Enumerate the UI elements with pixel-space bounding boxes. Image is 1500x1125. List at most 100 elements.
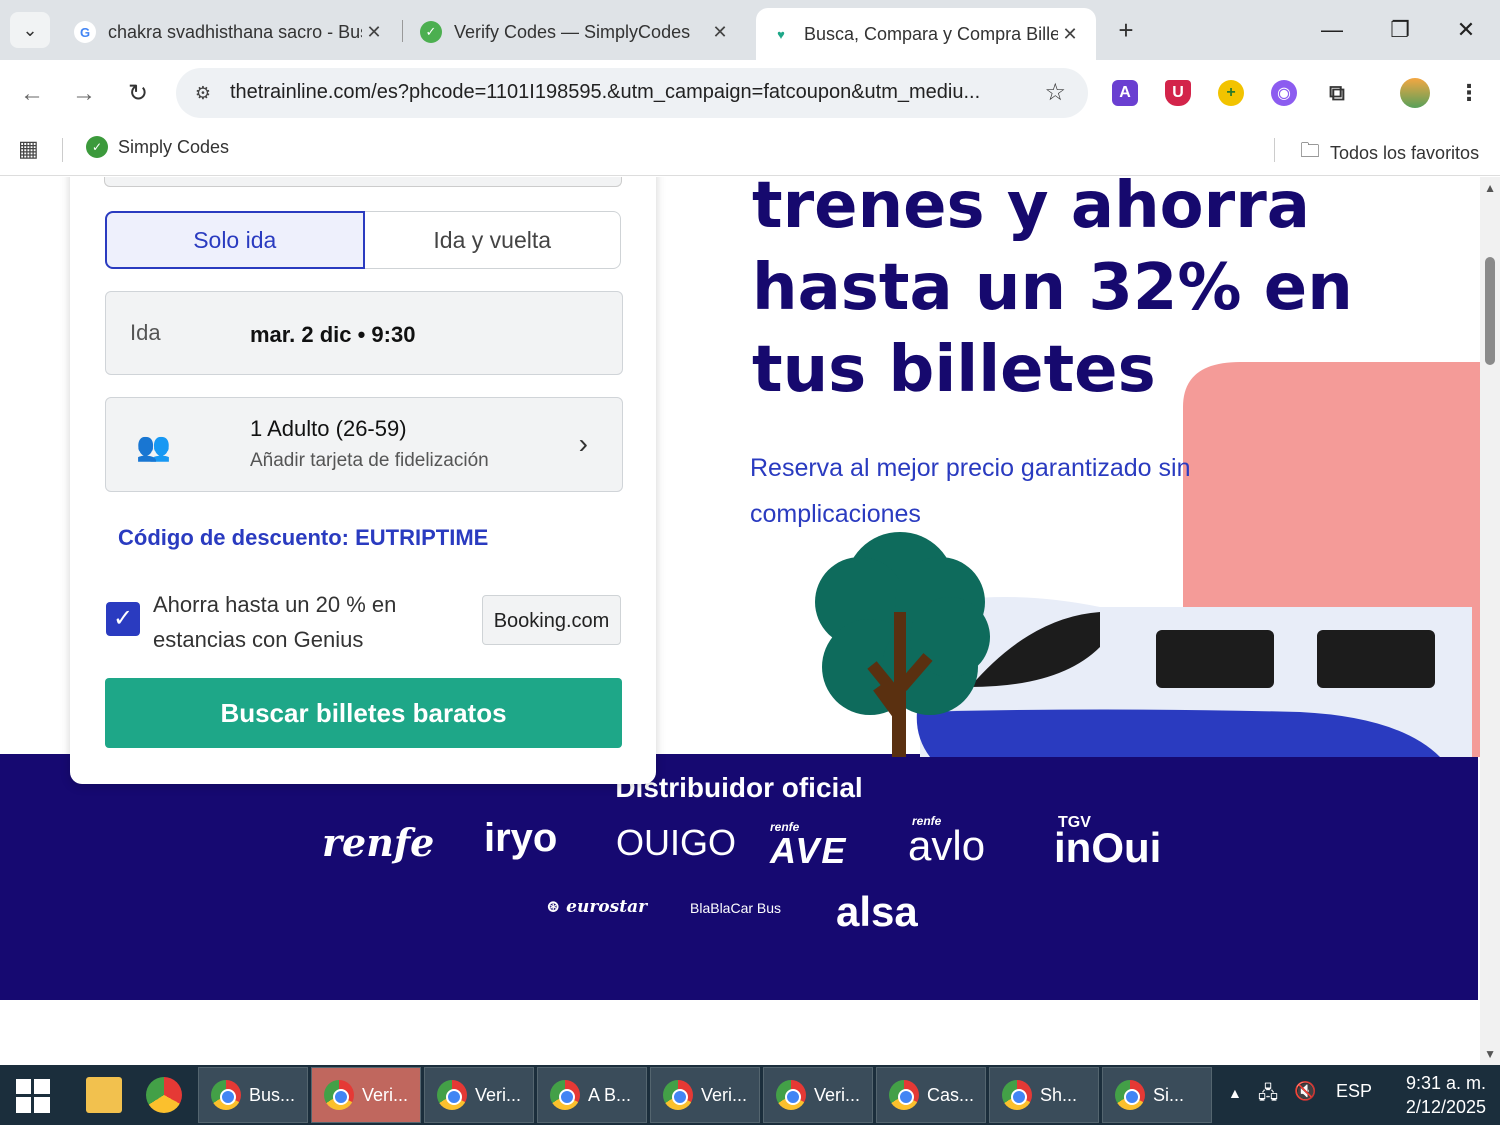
url-text[interactable]: thetrainline.com/es?phcode=1101I198595.&… bbox=[230, 81, 1020, 104]
tab-verify-codes[interactable]: ✓ Verify Codes — SimplyCodes ✕ bbox=[406, 10, 746, 54]
taskbar-item[interactable]: Cas... bbox=[876, 1067, 986, 1123]
all-bookmarks-folder[interactable]: 🗀 Todos los favoritos bbox=[1300, 136, 1479, 170]
chrome-icon bbox=[211, 1080, 241, 1110]
simplycodes-icon: ✓ bbox=[420, 21, 442, 43]
eurostar-star-icon: ⊛ bbox=[546, 897, 567, 917]
folder-icon: 🗀 bbox=[1300, 140, 1320, 162]
passenger-field[interactable]: 👥 1 Adulto (26-59) Añadir tarjeta de fid… bbox=[105, 397, 623, 492]
simplycodes-icon: ✓ bbox=[86, 136, 108, 158]
close-icon[interactable]: ✕ bbox=[362, 22, 386, 43]
chrome-icon bbox=[1115, 1080, 1145, 1110]
chevron-right-icon: › bbox=[578, 428, 588, 459]
chrome-icon[interactable] bbox=[146, 1077, 182, 1113]
alsa-logo: alsa bbox=[836, 888, 918, 935]
search-tickets-button[interactable]: Buscar billetes baratos bbox=[105, 678, 622, 748]
taskbar-item[interactable]: Veri... bbox=[650, 1067, 760, 1123]
one-way-option[interactable]: Solo ida bbox=[105, 211, 365, 269]
taskbar-item[interactable]: Veri... bbox=[763, 1067, 873, 1123]
loyalty-card-link: Añadir tarjeta de fidelización bbox=[250, 450, 489, 471]
hero-subline: Reserva al mejor precio garantizado sin … bbox=[750, 454, 1191, 528]
taskbar-item[interactable]: Si... bbox=[1102, 1067, 1212, 1123]
close-icon[interactable]: ✕ bbox=[708, 22, 732, 43]
passengers-icon: 👥 bbox=[136, 431, 171, 462]
network-icon[interactable]: 🖧 bbox=[1258, 1081, 1278, 1111]
close-icon[interactable]: ✕ bbox=[1058, 24, 1082, 45]
train-illustration bbox=[815, 362, 1480, 757]
minimize-button[interactable]: — bbox=[1312, 12, 1352, 48]
tray-expand-icon[interactable]: ▲ bbox=[1228, 1085, 1242, 1101]
chrome-icon bbox=[1002, 1080, 1032, 1110]
bookmark-star-icon[interactable]: ☆ bbox=[1044, 78, 1066, 107]
chrome-icon bbox=[550, 1080, 580, 1110]
date-label: Ida bbox=[130, 320, 161, 345]
ublock-icon[interactable]: U bbox=[1165, 80, 1191, 106]
clock-date: 2/12/2025 bbox=[1405, 1097, 1486, 1117]
ouigo-logo: OUIGO bbox=[616, 822, 737, 863]
genius-offer-text: Ahorra hasta un 20 % en estancias con Ge… bbox=[153, 592, 397, 652]
taskbar-item[interactable]: A B... bbox=[537, 1067, 647, 1123]
chrome-icon bbox=[663, 1080, 693, 1110]
windows-taskbar: Bus... Veri... Veri... A B... Veri... Ve… bbox=[0, 1065, 1500, 1125]
taskbar-item[interactable]: Bus... bbox=[198, 1067, 308, 1123]
google-icon: G bbox=[74, 21, 96, 43]
reload-button[interactable]: ↻ bbox=[118, 74, 158, 114]
arrow-left-icon: ← bbox=[20, 80, 44, 107]
profile-avatar[interactable] bbox=[1400, 78, 1430, 108]
search-card: Solo ida Ida y vuelta Ida mar. 2 dic • 9… bbox=[70, 177, 656, 784]
chrome-icon bbox=[776, 1080, 806, 1110]
browser-tab-strip: ⌄ G chakra svadhisthana sacro - Bus ✕ ✓ … bbox=[0, 0, 1500, 60]
extension-coin-icon[interactable]: + bbox=[1218, 80, 1244, 106]
volume-muted-icon[interactable]: 🔇 bbox=[1294, 1081, 1316, 1102]
train-window bbox=[1156, 630, 1274, 688]
train-window bbox=[1317, 630, 1435, 688]
language-indicator[interactable]: ESP bbox=[1336, 1081, 1372, 1102]
address-bar[interactable]: ⚙ thetrainline.com/es?phcode=1101I198595… bbox=[176, 68, 1088, 118]
arrow-right-icon: → bbox=[72, 80, 96, 107]
discount-code-link[interactable]: Código de descuento: EUTRIPTIME bbox=[118, 525, 488, 551]
tab-chakra[interactable]: G chakra svadhisthana sacro - Bus ✕ bbox=[60, 10, 400, 54]
site-info-icon[interactable]: ⚙ bbox=[190, 80, 216, 106]
hero-headline: trenes y ahorra hasta un 32% en tus bill… bbox=[752, 177, 1353, 407]
blablacar-logo: BlaBlaCar Bus bbox=[690, 900, 782, 916]
scroll-up-arrow-icon[interactable]: ▲ bbox=[1484, 181, 1496, 195]
new-tab-button[interactable]: + bbox=[1110, 14, 1142, 46]
bookmark-simply-codes[interactable]: ✓ Simply Codes bbox=[86, 136, 229, 158]
origin-field[interactable] bbox=[104, 177, 622, 187]
bookmarks-bar: ▦ ✓ Simply Codes 🗀 Todos los favoritos bbox=[0, 126, 1500, 176]
apps-grid-icon[interactable]: ▦ bbox=[18, 136, 39, 162]
chevron-down-icon: ⌄ bbox=[22, 19, 38, 40]
taskbar-item[interactable]: Veri... bbox=[424, 1067, 534, 1123]
return-option[interactable]: Ida y vuelta bbox=[364, 211, 621, 269]
trainline-icon: ♥ bbox=[777, 26, 785, 42]
reload-icon: ↻ bbox=[127, 80, 149, 107]
scroll-thumb[interactable] bbox=[1485, 257, 1495, 365]
date-value: mar. 2 dic • 9:30 bbox=[250, 322, 416, 347]
back-button[interactable]: ← bbox=[12, 74, 52, 114]
page-scrollbar[interactable]: ▲ ▼ bbox=[1480, 177, 1500, 1065]
extensions-puzzle-icon[interactable]: ⧉ bbox=[1324, 80, 1350, 106]
extension-purple-icon[interactable]: ◉ bbox=[1271, 80, 1297, 106]
tab-trainline[interactable]: ♥ Busca, Compara y Compra Bille ✕ bbox=[756, 8, 1096, 60]
trip-type-toggle: Solo ida Ida y vuelta bbox=[105, 211, 621, 269]
tab-search-button[interactable]: ⌄ bbox=[10, 12, 50, 48]
taskbar-item-active[interactable]: Veri... bbox=[311, 1067, 421, 1123]
system-clock[interactable]: 9:31 a. m. 2/12/2025 bbox=[1406, 1071, 1486, 1119]
booking-com-badge: Booking.com bbox=[482, 595, 621, 645]
inoui-logo: inOui bbox=[1054, 824, 1162, 871]
avlo-logo: avlo bbox=[908, 822, 986, 869]
chrome-icon bbox=[324, 1080, 354, 1110]
genius-checkbox[interactable]: ✓ bbox=[106, 602, 140, 636]
forward-button[interactable]: → bbox=[64, 74, 104, 114]
windows-start-icon[interactable] bbox=[16, 1079, 50, 1113]
chrome-icon bbox=[889, 1080, 919, 1110]
chrome-icon bbox=[437, 1080, 467, 1110]
extension-a-icon[interactable]: A bbox=[1112, 80, 1138, 106]
taskbar-item[interactable]: Sh... bbox=[989, 1067, 1099, 1123]
restore-button[interactable]: ❐ bbox=[1380, 12, 1420, 48]
menu-kebab-icon[interactable]: ⋮ bbox=[1456, 80, 1482, 106]
file-explorer-icon[interactable] bbox=[86, 1077, 122, 1113]
close-window-button[interactable]: ✕ bbox=[1446, 12, 1486, 48]
clock-time: 9:31 a. m. bbox=[1405, 1073, 1486, 1093]
scroll-down-arrow-icon[interactable]: ▼ bbox=[1484, 1047, 1496, 1061]
departure-date-field[interactable]: Ida mar. 2 dic • 9:30 bbox=[105, 291, 623, 375]
